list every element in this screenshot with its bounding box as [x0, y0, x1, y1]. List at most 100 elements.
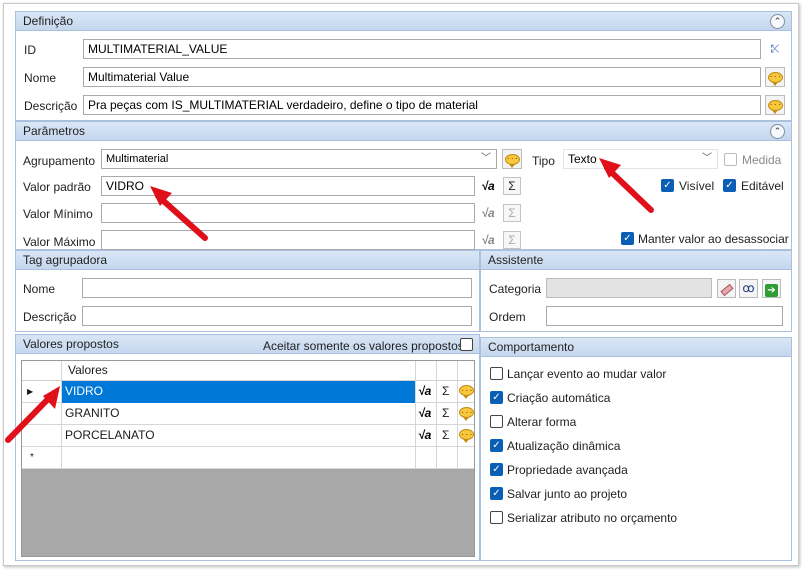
agrupamento-select[interactable]: Multimaterial ﹀	[101, 149, 497, 169]
sqrt-formula-icon: √a	[418, 384, 432, 398]
chevron-down-icon[interactable]: ﹀	[702, 150, 712, 168]
aceitar-somente-checkbox[interactable]	[460, 338, 473, 351]
descricao-field[interactable]: Pra peças com IS_MULTIMATERIAL verdadeir…	[83, 95, 761, 115]
id-edit-icon[interactable]: ⤪	[765, 39, 785, 59]
parametros-title: Parâmetros	[23, 124, 86, 138]
valor-minimo-field[interactable]	[101, 203, 475, 223]
new-valor-cell[interactable]	[62, 447, 416, 469]
tag-descricao-label: Descrição	[23, 310, 77, 324]
parametros-header[interactable]: Parâmetros ⌃	[16, 122, 791, 141]
valor-cell[interactable]: GRANITO	[62, 403, 416, 425]
sqrt-formula-icon: √a	[481, 206, 495, 220]
new-row[interactable]: *	[22, 447, 474, 469]
double-chevron-up-icon[interactable]: ⌃	[770, 14, 785, 29]
tag-nome-label: Nome	[23, 282, 56, 296]
sigma-icon: Σ	[508, 179, 516, 193]
speech-bubble-icon	[459, 424, 474, 445]
column-header-chat	[458, 361, 476, 381]
chevron-down-icon[interactable]: ﹀	[481, 150, 491, 168]
comportamento-label: Criação automática	[507, 391, 611, 405]
comportamento-checkbox[interactable]: ✓	[490, 487, 503, 500]
valor-padrao-field[interactable]: VIDRO	[101, 176, 475, 196]
definicao-title: Definição	[23, 14, 74, 28]
descricao-translate-button[interactable]	[765, 95, 785, 115]
row-chat-button[interactable]	[458, 424, 476, 447]
manter-valor-label: Manter valor ao desassociar	[638, 232, 789, 246]
descricao-label: Descrição	[24, 99, 78, 113]
assistente-title: Assistente	[488, 253, 544, 267]
editavel-checkbox[interactable]: ✓	[723, 179, 736, 192]
manter-valor-checkbox[interactable]: ✓	[621, 232, 634, 245]
agrupamento-chat-button[interactable]	[502, 149, 522, 169]
id-field[interactable]: MULTIMATERIAL_VALUE	[83, 39, 761, 59]
column-header-sigma	[437, 361, 458, 381]
row-formula-button[interactable]: √a	[416, 425, 437, 447]
sqrt-formula-icon: √a	[418, 406, 432, 420]
speech-bubble-icon	[459, 380, 474, 401]
sigma-icon: Σ	[442, 406, 450, 420]
table-row[interactable]: GRANITO √a Σ	[22, 402, 476, 425]
row-selector[interactable]	[22, 425, 62, 447]
go-categoria-button[interactable]: ➔	[762, 279, 781, 298]
speech-bubble-icon	[767, 95, 783, 115]
valor-minimo-label: Valor Mínimo	[23, 207, 93, 221]
row-chat-button[interactable]	[458, 380, 476, 403]
row-selector-arrow[interactable]: ▶	[22, 381, 62, 403]
id-label: ID	[24, 43, 36, 57]
row-chat-button[interactable]	[458, 402, 476, 425]
ordem-field[interactable]	[546, 306, 783, 326]
valores-column-header[interactable]: Valores	[62, 361, 416, 381]
comportamento-checkbox[interactable]	[490, 415, 503, 428]
medida-label: Medida	[742, 153, 782, 167]
valores-propostos-header: Valores propostos Aceitar somente os val…	[16, 335, 479, 354]
row-sigma-button[interactable]: Σ	[437, 381, 458, 403]
medida-checkbox[interactable]	[724, 153, 737, 166]
search-categoria-button[interactable]: ꝏ	[739, 279, 758, 298]
valor-maximo-sigma-button[interactable]: Σ	[503, 231, 521, 249]
valor-padrao-formula-button[interactable]: √a	[478, 176, 498, 196]
tag-nome-field[interactable]	[82, 278, 472, 298]
properties-window: Definição ⌃ ID MULTIMATERIAL_VALUE ⤪ Nom…	[3, 3, 799, 566]
visivel-label: Visível	[679, 179, 715, 193]
sigma-icon: Σ	[442, 384, 450, 398]
categoria-field[interactable]	[546, 278, 712, 298]
tipo-select[interactable]: Texto ﹀	[563, 149, 718, 169]
table-row[interactable]: PORCELANATO √a Σ	[22, 424, 476, 447]
valor-minimo-sigma-button[interactable]: Σ	[503, 204, 521, 222]
comportamento-checkbox[interactable]	[490, 511, 503, 524]
speech-bubble-icon	[767, 67, 783, 87]
new-row-cell	[437, 447, 458, 469]
comportamento-checkbox[interactable]	[490, 367, 503, 380]
comportamento-checkbox[interactable]: ✓	[490, 391, 503, 404]
comportamento-checkbox[interactable]: ✓	[490, 463, 503, 476]
valor-maximo-formula-button[interactable]: √a	[478, 230, 498, 250]
comportamento-checkbox[interactable]: ✓	[490, 439, 503, 452]
valor-cell[interactable]: VIDRO	[62, 381, 416, 403]
sigma-icon: Σ	[442, 428, 450, 442]
valores-propostos-title: Valores propostos	[23, 337, 119, 351]
tag-descricao-field[interactable]	[82, 306, 472, 326]
nome-translate-button[interactable]	[765, 67, 785, 87]
row-sigma-button[interactable]: Σ	[437, 425, 458, 447]
nome-field[interactable]: Multimaterial Value	[83, 67, 761, 87]
clear-categoria-button[interactable]	[717, 279, 736, 298]
row-formula-button[interactable]: √a	[416, 381, 437, 403]
double-chevron-up-icon[interactable]: ⌃	[770, 124, 785, 139]
row-sigma-button[interactable]: Σ	[437, 403, 458, 425]
table-row[interactable]: ▶ VIDRO √a Σ	[22, 380, 476, 403]
row-selector[interactable]	[22, 403, 62, 425]
new-row-cell	[458, 447, 476, 469]
valor-cell[interactable]: PORCELANATO	[62, 425, 416, 447]
assistente-header: Assistente	[481, 251, 791, 270]
sqrt-formula-icon: √a	[418, 428, 432, 442]
speech-bubble-icon	[459, 402, 474, 423]
comportamento-label: Alterar forma	[507, 415, 577, 429]
valor-maximo-field[interactable]	[101, 230, 475, 250]
visivel-checkbox[interactable]: ✓	[661, 179, 674, 192]
valor-minimo-formula-button[interactable]: √a	[478, 203, 498, 223]
valor-padrao-sigma-button[interactable]: Σ	[503, 177, 521, 195]
sigma-icon: Σ	[508, 233, 516, 247]
speech-bubble-icon	[504, 149, 520, 169]
definicao-header[interactable]: Definição ⌃	[16, 12, 791, 31]
row-formula-button[interactable]: √a	[416, 403, 437, 425]
